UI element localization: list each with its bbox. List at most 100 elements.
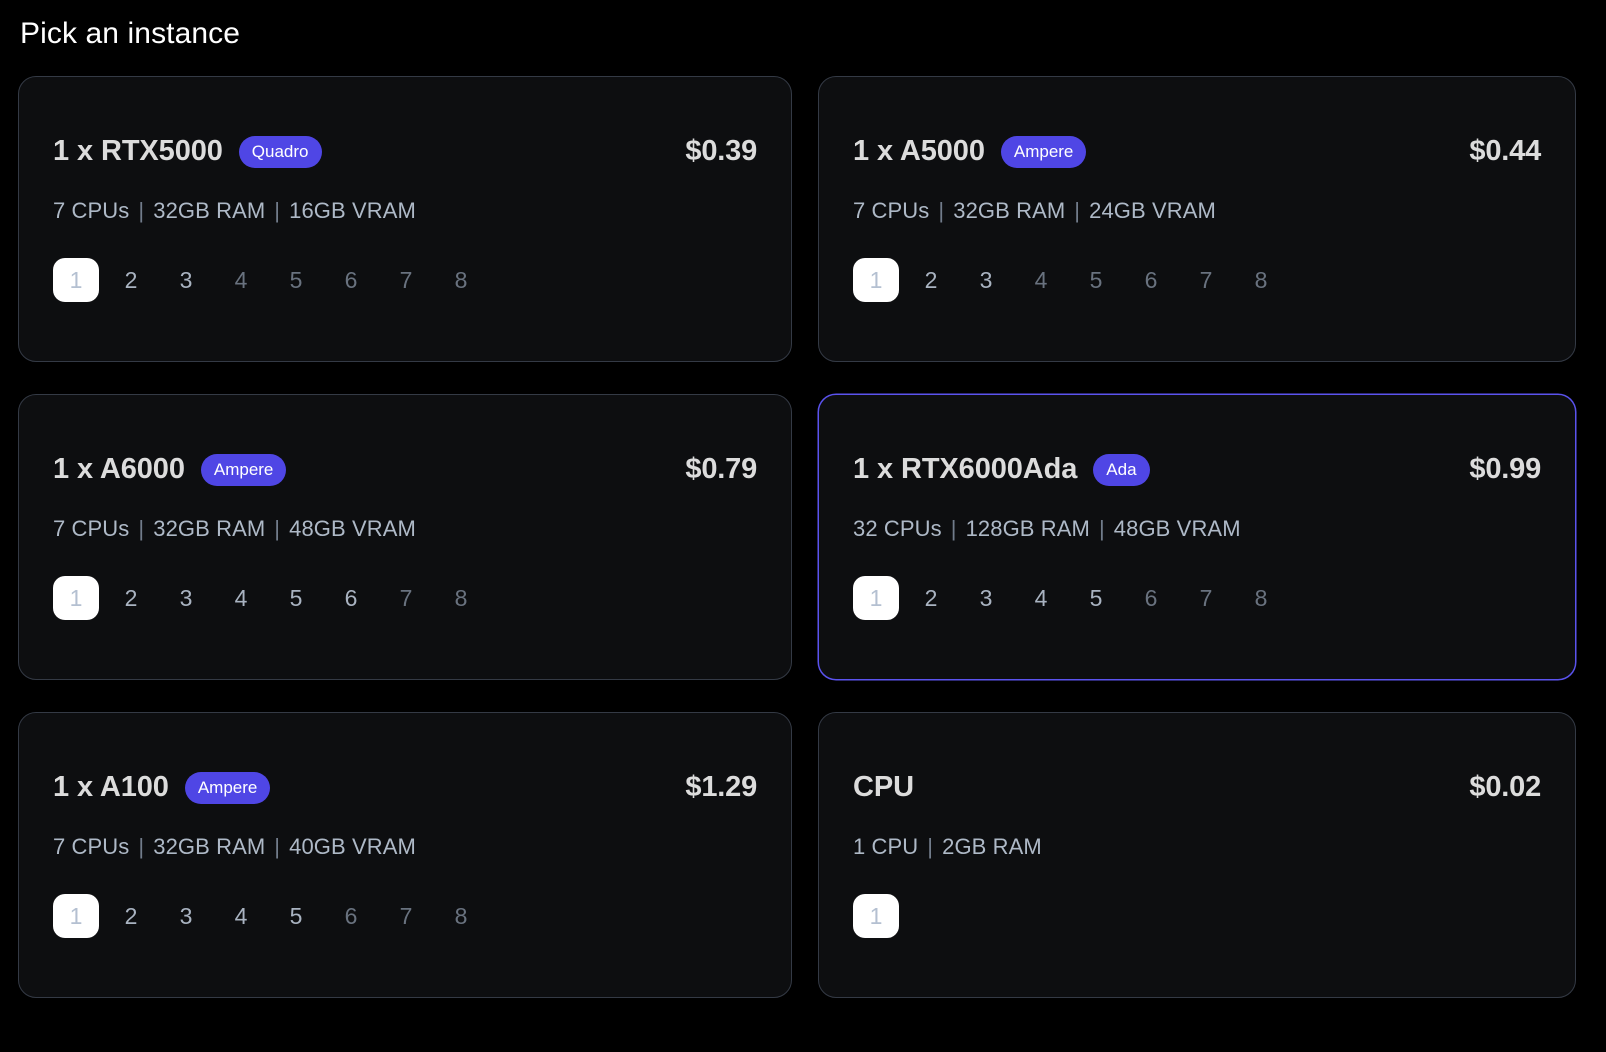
quantity-selector: 12345678 — [853, 258, 1541, 302]
quantity-option[interactable]: 1 — [853, 258, 899, 302]
quantity-option: 8 — [454, 266, 468, 293]
card-header: 1 x A100 Ampere $1.29 — [53, 771, 757, 804]
quantity-option: 6 — [1144, 266, 1158, 293]
instance-specs: 7 CPUs | 32GB RAM | 16GB VRAM — [53, 198, 757, 224]
spec-vram: 16GB VRAM — [289, 198, 416, 223]
quantity-option: 6 — [344, 902, 358, 929]
card-header: 1 x RTX6000Ada Ada $0.99 — [853, 453, 1541, 486]
instance-card[interactable]: 1 x RTX6000Ada Ada $0.99 32 CPUs | 128GB RAM |… — [818, 394, 1576, 680]
quantity-option: 6 — [344, 266, 358, 293]
quantity-option[interactable]: 4 — [1018, 576, 1064, 620]
spec-separator: | — [938, 198, 945, 223]
quantity-option[interactable]: 1 — [53, 576, 99, 620]
spec-ram: 2GB RAM — [942, 834, 1042, 859]
instance-name: 1 x A6000 — [53, 453, 185, 485]
spec-separator: | — [138, 516, 145, 541]
spec-cpu: 7 CPUs — [53, 834, 130, 859]
quantity-selector: 123456 7 8 — [853, 576, 1541, 620]
card-title-group: 1 x A6000 Ampere — [53, 453, 287, 486]
instance-price: $1.29 — [685, 771, 757, 803]
spec-ram: 128GB RAM — [965, 516, 1090, 541]
quantity-option: 5 — [1089, 266, 1103, 293]
spec-ram: 32GB RAM — [153, 198, 266, 223]
quantity-option: 7 — [399, 902, 413, 929]
quantity-option[interactable]: 1 — [853, 894, 899, 938]
instance-price: $0.02 — [1469, 771, 1541, 803]
quantity-selector: 1 — [853, 894, 1541, 938]
quantity-selector: 1234 5 6 7 8 — [53, 258, 757, 302]
quantity-option[interactable]: 3 — [163, 576, 209, 620]
quantity-option[interactable]: 2 — [108, 258, 154, 302]
quantity-option[interactable]: 5 — [273, 576, 319, 620]
spec-separator: | — [138, 834, 145, 859]
quantity-option: 7 — [399, 266, 413, 293]
instance-specs: 32 CPUs | 128GB RAM | 48GB VRAM — [853, 516, 1541, 542]
card-header: 1 x RTX5000 Quadro $0.39 — [53, 135, 757, 168]
instance-card[interactable]: 1 x A100 Ampere $1.29 7 CPUs | 32GB RAM | 40GB … — [18, 712, 792, 998]
architecture-badge: Ampere — [1000, 135, 1087, 168]
instance-specs: 7 CPUs | 32GB RAM | 24GB VRAM — [853, 198, 1541, 224]
quantity-option[interactable]: 1 — [53, 258, 99, 302]
instance-name: 1 x RTX6000Ada — [853, 453, 1078, 485]
quantity-option[interactable]: 2 — [108, 576, 154, 620]
card-header: CPU $0.02 — [853, 771, 1541, 804]
instance-specs: 7 CPUs | 32GB RAM | 48GB VRAM — [53, 516, 757, 542]
spec-separator: | — [138, 198, 145, 223]
quantity-option[interactable]: 4 — [218, 894, 264, 938]
spec-cpu: 7 CPUs — [53, 516, 130, 541]
instance-specs: 1 CPU | 2GB RAM — [853, 834, 1541, 860]
quantity-option: 4 — [234, 266, 248, 293]
quantity-option[interactable]: 3 — [963, 258, 1009, 302]
quantity-option[interactable]: 1 — [853, 576, 899, 620]
card-title-group: CPU — [853, 771, 914, 804]
quantity-option: 5 — [289, 266, 303, 293]
quantity-option[interactable]: 3 — [163, 894, 209, 938]
instance-card[interactable]: 1 x A6000 Ampere $0.79 7 CPUs | 32GB RAM | 48GB… — [18, 394, 792, 680]
instance-card[interactable]: 1 x A5000 Ampere $0.44 7 CPUs | 32GB RAM | 24GB… — [818, 76, 1576, 362]
card-title-group: 1 x A100 Ampere — [53, 771, 271, 804]
instance-card[interactable]: 1 x RTX5000 Quadro $0.39 7 CPUs | 32GB RAM | 16… — [18, 76, 792, 362]
card-title-group: 1 x A5000 Ampere — [853, 135, 1087, 168]
quantity-option[interactable]: 1 — [53, 894, 99, 938]
quantity-option: 7 — [399, 584, 413, 611]
quantity-option: 6 — [1144, 584, 1158, 611]
instance-card[interactable]: CPU $0.02 1 CPU | 2GB RAM 1 — [818, 712, 1576, 998]
spec-separator: | — [950, 516, 957, 541]
instance-specs: 7 CPUs | 32GB RAM | 40GB VRAM — [53, 834, 757, 860]
spec-vram: 48GB VRAM — [1113, 516, 1241, 541]
instance-picker-page: Pick an instance 1 x RTX5000 Quadro $0.39 7… — [0, 0, 1606, 1052]
instance-price: $0.39 — [685, 135, 757, 167]
spec-separator: | — [274, 834, 281, 859]
instance-price: $0.79 — [685, 453, 757, 485]
card-header: 1 x A5000 Ampere $0.44 — [853, 135, 1541, 168]
card-title-group: 1 x RTX5000 Quadro — [53, 135, 322, 168]
spec-vram: 48GB VRAM — [289, 516, 416, 541]
quantity-option[interactable]: 2 — [908, 258, 954, 302]
instance-name: CPU — [853, 771, 914, 803]
instance-name: 1 x RTX5000 — [53, 135, 223, 167]
spec-separator: | — [1074, 198, 1081, 223]
spec-cpu: 1 CPU — [853, 834, 919, 859]
architecture-badge: Ampere — [200, 453, 287, 486]
quantity-option[interactable]: 5 — [1073, 576, 1119, 620]
quantity-option[interactable]: 2 — [908, 576, 954, 620]
quantity-option[interactable]: 5 — [273, 894, 319, 938]
spec-separator: | — [1098, 516, 1105, 541]
quantity-option: 8 — [454, 584, 468, 611]
quantity-option[interactable]: 4 — [218, 576, 264, 620]
quantity-option[interactable]: 2 — [108, 894, 154, 938]
quantity-option: 8 — [1254, 584, 1268, 611]
instance-price: $0.44 — [1469, 135, 1541, 167]
quantity-option: 4 — [1034, 266, 1048, 293]
quantity-option[interactable]: 3 — [963, 576, 1009, 620]
spec-cpu: 7 CPUs — [53, 198, 130, 223]
quantity-option: 8 — [1254, 266, 1268, 293]
instance-card-grid: 1 x RTX5000 Quadro $0.39 7 CPUs | 32GB RAM | 16… — [18, 76, 1576, 998]
quantity-option[interactable]: 3 — [163, 258, 209, 302]
spec-separator: | — [927, 834, 934, 859]
quantity-option[interactable]: 6 — [328, 576, 374, 620]
spec-ram: 32GB RAM — [153, 516, 266, 541]
quantity-option: 7 — [1199, 584, 1213, 611]
instance-price: $0.99 — [1469, 453, 1541, 485]
spec-ram: 32GB RAM — [953, 198, 1066, 223]
